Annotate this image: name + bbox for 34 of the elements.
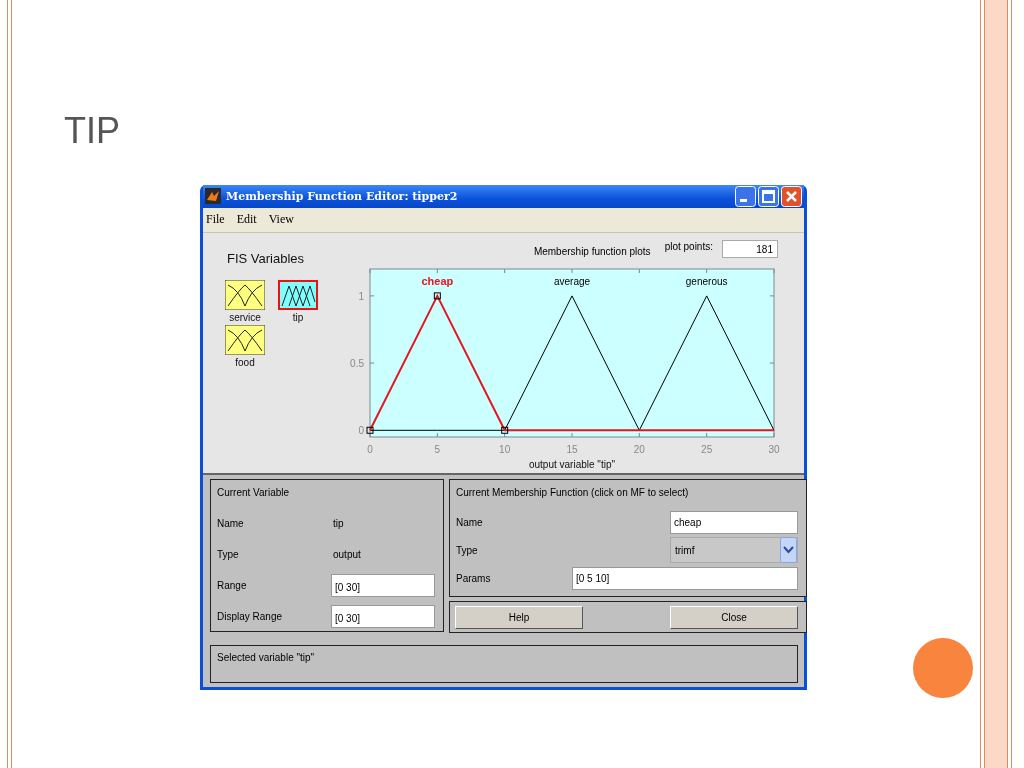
field-label: Name [217, 518, 245, 529]
variable-type: output [333, 549, 361, 560]
curve-label: generous [685, 275, 728, 287]
panel-heading: Current Variable [217, 487, 291, 498]
section-heading: FIS Variables [227, 250, 306, 266]
y-tick-label: 0 [358, 424, 364, 436]
field-label: Params [456, 572, 492, 584]
panel-heading: Current Membership Function (click on MF to select) [456, 487, 690, 498]
x-tick-label: 30 [768, 443, 780, 455]
field-label: Type [217, 549, 240, 560]
variable-name: tip [333, 518, 344, 529]
curve-label: cheap [421, 274, 454, 287]
plot-title: Membership function plots [533, 245, 651, 257]
x-tick-label: 5 [434, 443, 441, 455]
slide-title: TIP [64, 110, 121, 152]
field-label: plot points: [664, 240, 713, 252]
curve-label: average [553, 275, 591, 287]
field-label: Display Range [217, 611, 284, 622]
x-tick-label: 15 [566, 443, 578, 455]
field-label: Type [456, 544, 479, 556]
variable-label: food [235, 356, 255, 368]
field-label: Range [217, 580, 248, 591]
x-tick-label: 20 [633, 443, 645, 455]
x-tick-label: 0 [367, 443, 373, 455]
x-tick-label: 10 [499, 443, 511, 455]
y-tick-label: 0.5 [350, 357, 364, 369]
x-tick-label: 25 [701, 443, 713, 455]
variable-label: tip [292, 311, 304, 323]
window-title: Membership Function Editor: tipper2 [226, 189, 459, 203]
field-label: Name [456, 516, 484, 528]
variable-label: service [229, 311, 261, 323]
y-tick-label: 1 [358, 290, 364, 302]
x-axis-label: output variable "tip" [529, 458, 615, 470]
status-text: Selected variable "tip" [217, 652, 315, 663]
